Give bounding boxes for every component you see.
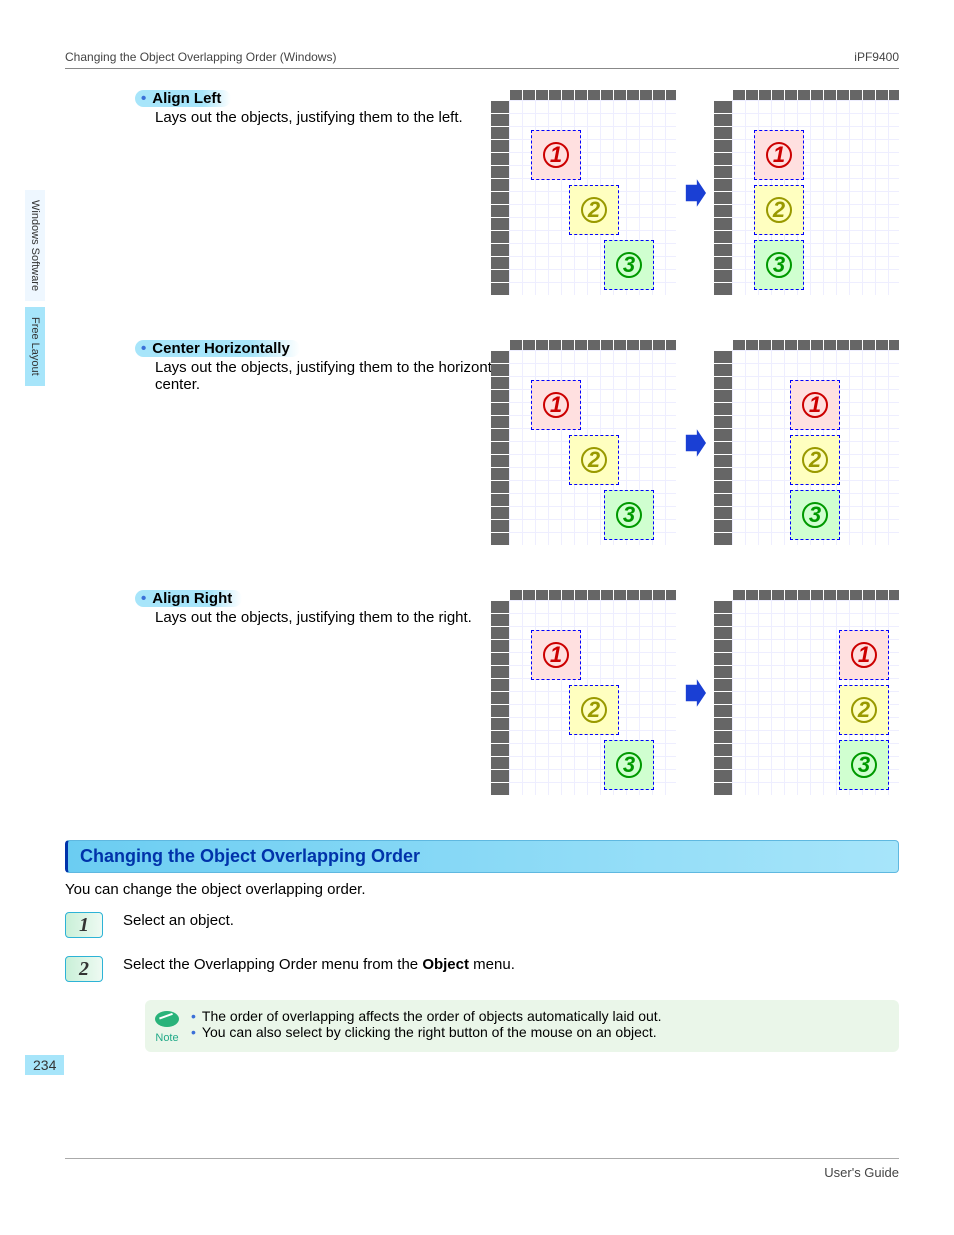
diagram-after: 1 2 3 [714,90,899,295]
item-align-left: Align Left Lays out the objects, justify… [65,90,899,310]
side-tabs: Windows Software Free Layout [25,190,50,392]
diagram-pair: 1 2 3 1 2 3 [491,90,899,295]
diagram-pair: 1 2 3 1 2 3 [491,590,899,795]
item-align-right: Align Right Lays out the objects, justif… [65,590,899,810]
arrow-icon [684,178,706,208]
diagram-pair: 1 2 3 1 2 3 [491,340,899,545]
item-heading: Align Left [135,90,231,107]
step-number: 2 [65,956,103,982]
diagram-before: 1 2 3 [491,90,676,295]
tab-free-layout[interactable]: Free Layout [25,307,45,386]
main-content: Align Left Lays out the objects, justify… [65,90,899,1052]
note-list: The order of overlapping affects the ord… [191,1008,662,1040]
step-1: 1 Select an object. [65,912,899,938]
page-header: Changing the Object Overlapping Order (W… [65,50,899,69]
diagram-after: 1 2 3 [714,340,899,545]
item-heading: Align Right [135,590,242,607]
diagram-before: 1 2 3 [491,590,676,795]
page-number: 234 [25,1055,64,1075]
item-description: Lays out the objects, justifying them to… [155,609,525,626]
note-box: Note The order of overlapping affects th… [145,1000,899,1052]
tab-windows-software[interactable]: Windows Software [25,190,45,301]
item-description: Lays out the objects, justifying them to… [155,109,525,126]
step-2: 2 Select the Overlapping Order menu from… [65,956,899,982]
header-left: Changing the Object Overlapping Order (W… [65,50,336,64]
item-heading: Center Horizontally [135,340,300,357]
item-description: Lays out the objects, justifying them to… [155,359,525,393]
section-title: Changing the Object Overlapping Order [65,840,899,873]
diagram-after: 1 2 3 [714,590,899,795]
step-text: Select an object. [123,912,234,929]
item-center-horizontally: Center Horizontally Lays out the objects… [65,340,899,560]
arrow-icon [684,428,706,458]
note-icon: Note [153,1008,181,1044]
section-intro: You can change the object overlapping or… [65,881,899,898]
page-footer: User's Guide [65,1158,899,1180]
note-item: The order of overlapping affects the ord… [191,1008,662,1024]
arrow-icon [684,678,706,708]
header-right: iPF9400 [854,50,899,64]
step-text: Select the Overlapping Order menu from t… [123,956,515,973]
note-item: You can also select by clicking the righ… [191,1024,662,1040]
step-number: 1 [65,912,103,938]
diagram-before: 1 2 3 [491,340,676,545]
